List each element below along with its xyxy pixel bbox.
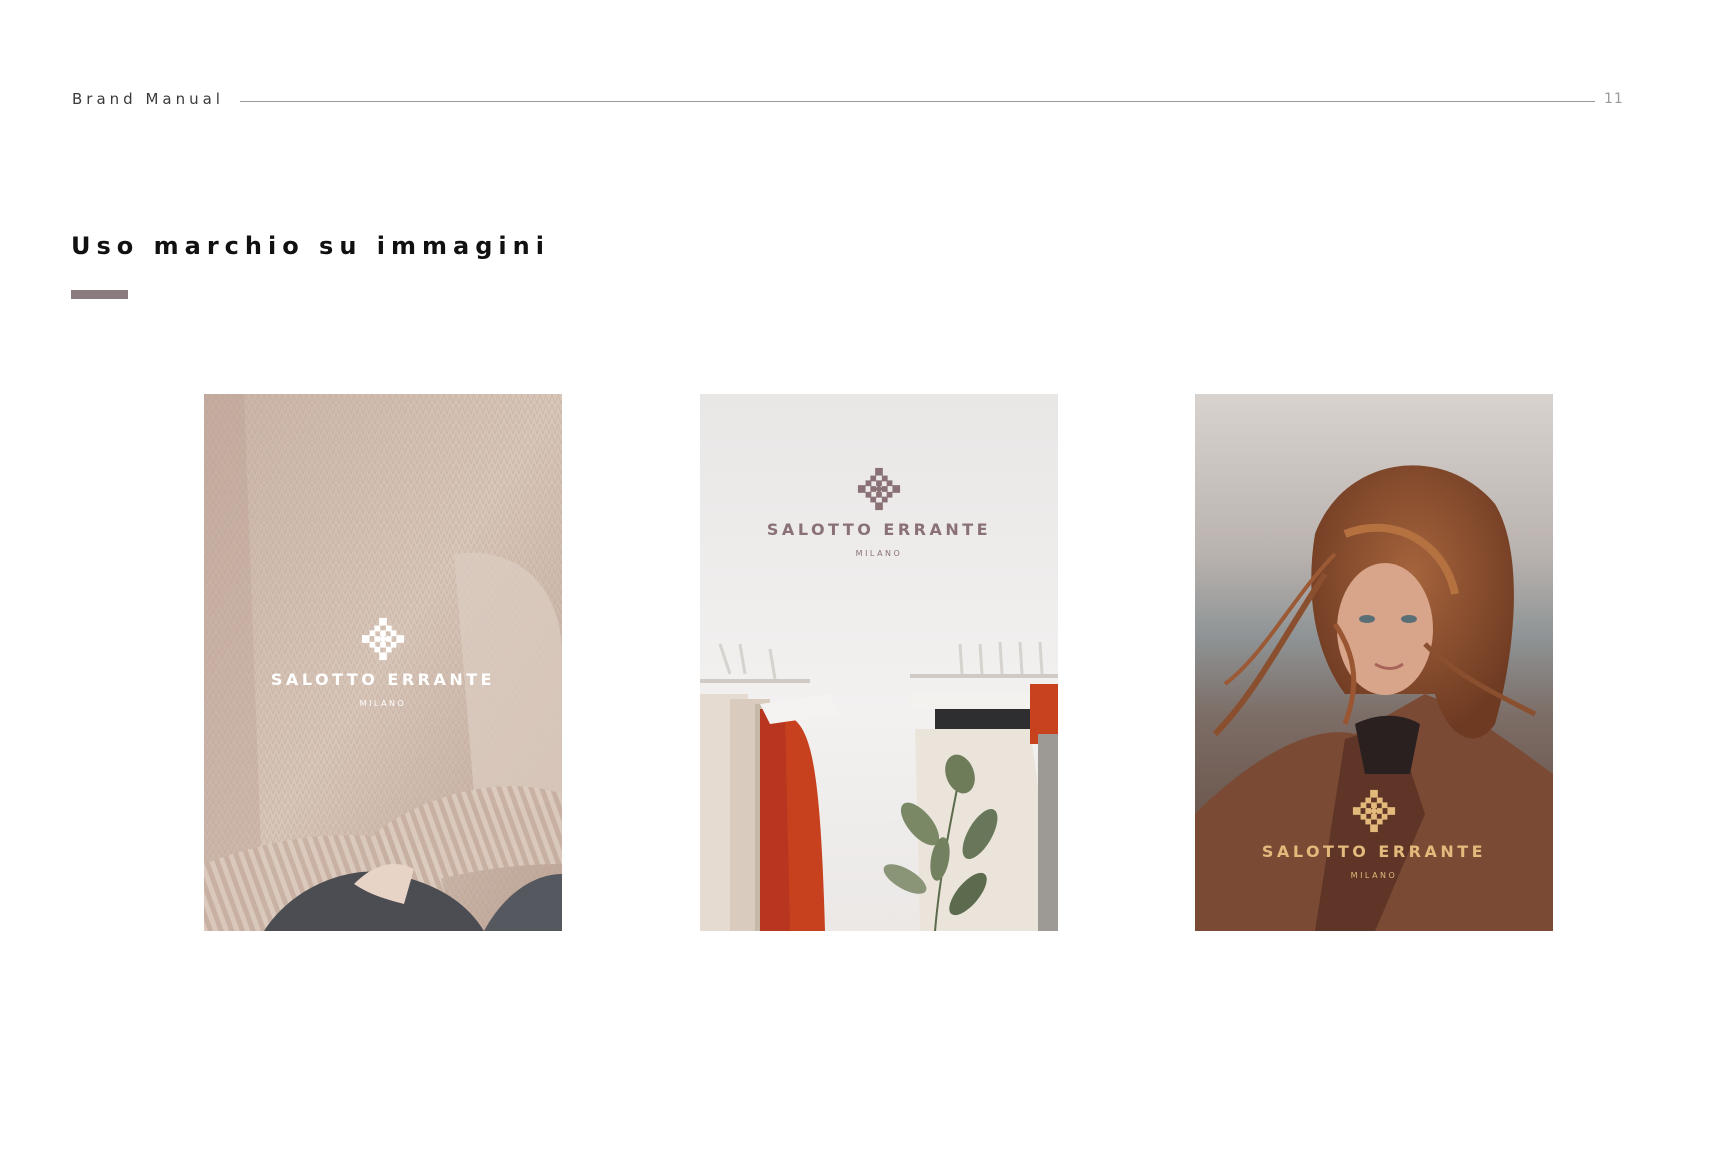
page-header: Brand Manual 11: [0, 0, 1728, 130]
brand-mark-icon: [857, 467, 901, 511]
brand-mark-icon: [1352, 789, 1396, 833]
document-title: Brand Manual: [72, 90, 224, 108]
brand-name: SALOTTO ERRANTE: [766, 520, 992, 539]
image-woman-portrait: SALOTTO ERRANTE MILANO: [1195, 394, 1553, 931]
brand-city: MILANO: [1350, 871, 1398, 880]
brand-mark-icon: [361, 617, 405, 661]
brand-logo: SALOTTO ERRANTE MILANO: [700, 466, 1058, 558]
brand-city: MILANO: [359, 699, 407, 708]
header-rule: [240, 101, 1595, 102]
section-title: Uso marchio su immagini: [71, 232, 550, 260]
section-accent-bar: [71, 290, 128, 299]
brand-name: SALOTTO ERRANTE: [1261, 842, 1487, 861]
brand-logo: SALOTTO ERRANTE MILANO: [1195, 788, 1553, 880]
page-number: 11: [1604, 91, 1624, 107]
brand-logo: SALOTTO ERRANTE MILANO: [204, 616, 562, 708]
image-clothing-rack: SALOTTO ERRANTE MILANO: [700, 394, 1058, 931]
image-sweater: SALOTTO ERRANTE MILANO: [204, 394, 562, 931]
brand-city: MILANO: [855, 549, 903, 558]
brand-name: SALOTTO ERRANTE: [270, 670, 496, 689]
